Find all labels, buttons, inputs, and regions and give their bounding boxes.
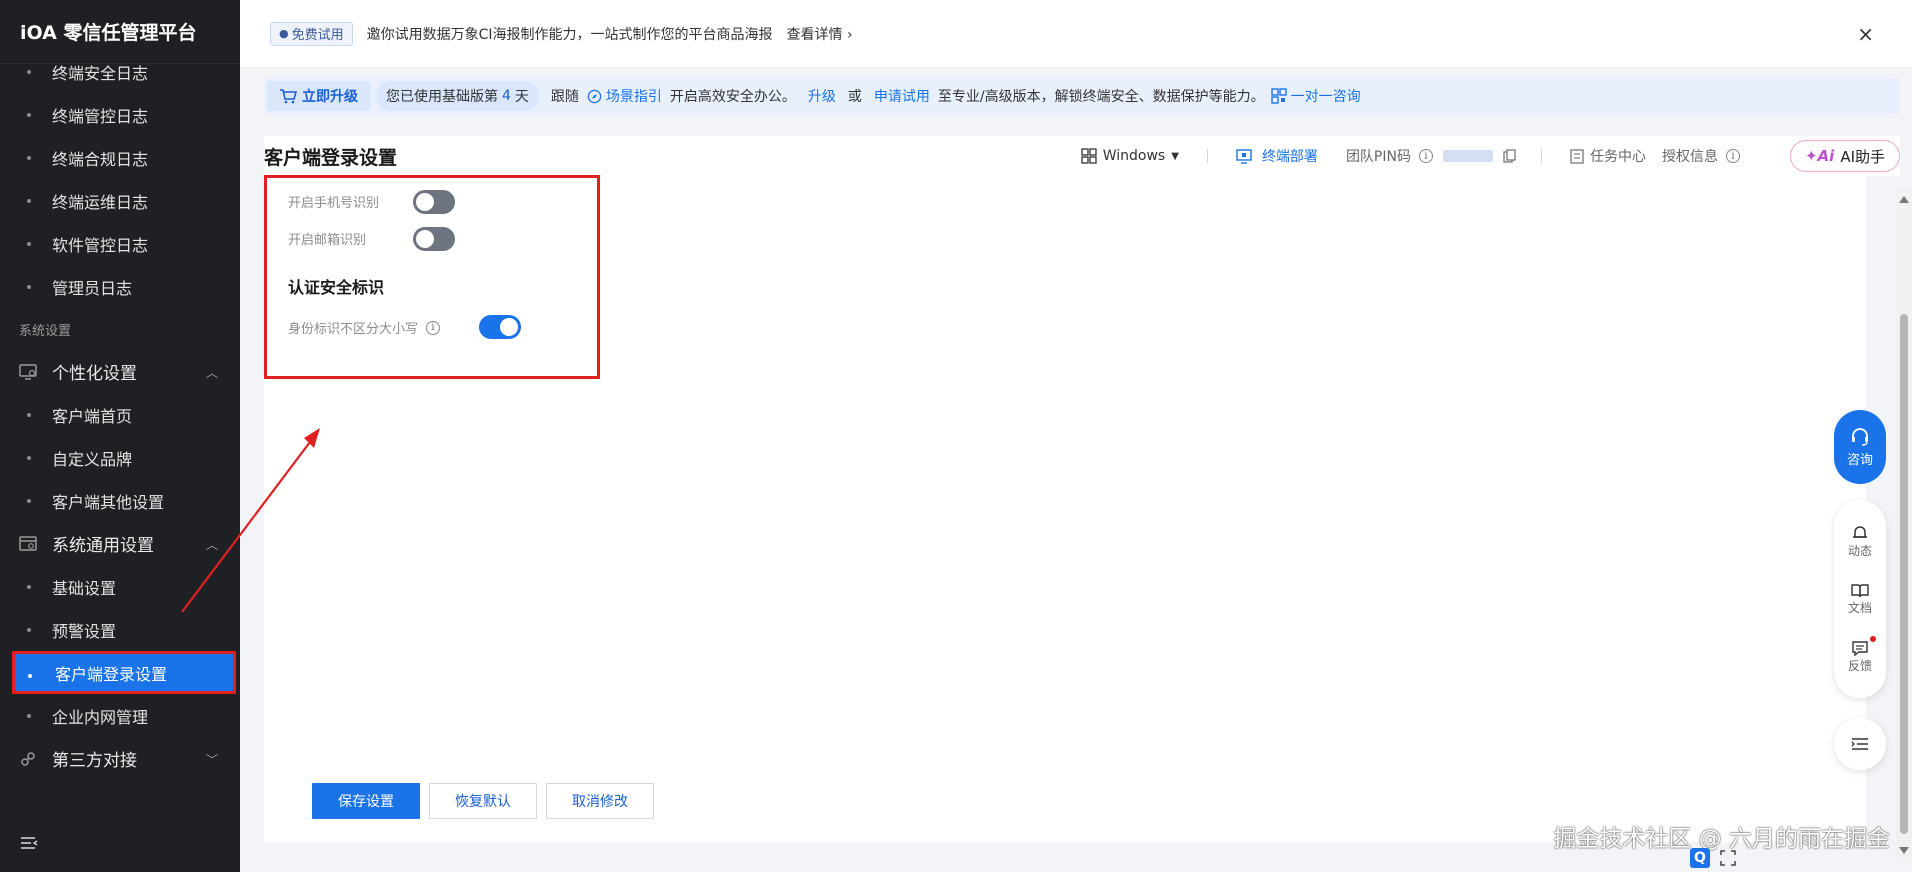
float-tool-panel: 动态 文档 反馈 <box>1834 500 1886 698</box>
task-center-link[interactable]: 任务中心 <box>1570 146 1646 166</box>
restore-default-button[interactable]: 恢复默认 <box>429 783 537 819</box>
scroll-up-icon[interactable] <box>1899 196 1909 203</box>
monitor-icon <box>1236 148 1252 164</box>
sidebar-item-intranet-management[interactable]: 企业内网管理 <box>0 694 240 737</box>
pin-value-masked <box>1442 150 1493 162</box>
bell-icon <box>1852 525 1867 538</box>
capture-icon[interactable] <box>1720 850 1736 866</box>
headset-icon <box>1852 427 1868 446</box>
upgrade-link[interactable]: 升级 <box>808 86 836 106</box>
auth-security-section-title: 认证安全标识 <box>288 278 385 297</box>
list-icon <box>1851 738 1868 750</box>
windows-icon <box>1081 148 1097 164</box>
list-menu-button[interactable] <box>1834 718 1886 770</box>
apply-after-text: 至专业/高级版本，解锁终端安全、数据保护等能力。 <box>937 89 1265 105</box>
promo-notice-bar: ● 免费试用 邀你试用数据万象CI海报制作能力，一站式制作您的平台商品海报 查看… <box>240 0 1912 68</box>
case-insensitive-row: 身份标识不区分大小写 i <box>288 318 441 337</box>
divider <box>1540 149 1542 163</box>
notification-dot <box>1870 636 1876 642</box>
ai-sparkle-icon: ✦Ai <box>1804 147 1835 165</box>
scrollbar-thumb[interactable] <box>1900 314 1908 834</box>
team-pin: 团队PIN码 i <box>1346 146 1517 166</box>
scroll-down-icon[interactable] <box>1899 847 1909 854</box>
or-text: 或 <box>847 89 862 105</box>
save-settings-button[interactable]: 保存设置 <box>312 783 420 819</box>
one-on-one-consult-link[interactable]: 一对一咨询 <box>1270 86 1361 106</box>
docs-button[interactable]: 文档 <box>1848 570 1872 628</box>
sidebar-section-label: 系统设置 <box>19 323 72 339</box>
drop-icon: ● <box>279 27 289 40</box>
follow-text: 跟随 <box>550 89 579 105</box>
copy-icon[interactable] <box>1503 149 1517 163</box>
cart-icon <box>280 89 297 104</box>
chevron-down-icon: ﹀ <box>205 753 218 767</box>
info-icon[interactable]: i <box>426 320 441 335</box>
sidebar-item-terminal-ops-log[interactable]: 终端运维日志 <box>0 179 240 222</box>
sidebar-item-terminal-compliance-log[interactable]: 终端合规日志 <box>0 136 240 179</box>
book-icon <box>1851 583 1869 597</box>
message-icon <box>1852 641 1868 657</box>
guide-after-text: 开启高效安全办公。 <box>669 89 796 105</box>
sidebar-item-terminal-control-log[interactable]: 终端管控日志 <box>0 93 240 136</box>
taskbar-icons: Q <box>1690 848 1736 868</box>
sidebar-collapse-icon[interactable] <box>20 836 38 850</box>
ai-assistant-button[interactable]: ✦Ai AI助手 <box>1789 140 1900 172</box>
upgrade-now-button[interactable]: 立即升级 <box>267 81 370 111</box>
link-icon <box>18 749 38 769</box>
sidebar-item-software-control-log[interactable]: 软件管控日志 <box>0 222 240 265</box>
log-items: 终端安全日志 终端管控日志 终端合规日志 终端运维日志 软件管控日志 管理员日志 <box>0 50 240 308</box>
page-title: 客户端登录设置 <box>264 146 398 169</box>
chevron-right-icon: › <box>846 26 853 43</box>
sidebar-item-terminal-security-log[interactable]: 终端安全日志 <box>0 50 240 93</box>
notice-text: 邀你试用数据万象CI海报制作能力，一站式制作您的平台商品海报 <box>366 26 773 43</box>
sidebar-item-admin-log[interactable]: 管理员日志 <box>0 265 240 308</box>
main-area: ● 免费试用 邀你试用数据万象CI海报制作能力，一站式制作您的平台商品海报 查看… <box>240 0 1912 872</box>
os-select[interactable]: Windows ▼ <box>1081 148 1179 164</box>
settings-window-icon <box>18 534 38 554</box>
chevron-up-icon: ︿ <box>205 366 218 380</box>
qr-icon <box>1270 88 1287 104</box>
usage-days-pill: 您已使用基础版第 4 天 <box>376 81 539 111</box>
header-tools: Windows ▼ 终端部署 团队PIN码 i 任务中心 授权信息 i ✦Ai … <box>1081 138 1900 174</box>
task-icon <box>1570 148 1584 164</box>
sidebar-item-client-login-settings[interactable]: 客户端登录设置 <box>12 651 236 694</box>
info-icon[interactable]: i <box>1418 149 1433 163</box>
phone-recognition-row: 开启手机号识别 <box>288 196 380 211</box>
dynamic-button[interactable]: 动态 <box>1848 512 1872 570</box>
email-recognition-row: 开启邮箱识别 <box>288 233 367 248</box>
monitor-icon <box>18 362 38 382</box>
feedback-button[interactable]: 反馈 <box>1848 628 1876 686</box>
caret-down-icon: ▼ <box>1171 150 1179 162</box>
compass-icon <box>587 89 602 103</box>
license-info[interactable]: 授权信息 i <box>1662 146 1740 166</box>
page-scrollbar[interactable] <box>1896 190 1912 862</box>
close-icon[interactable]: × <box>1857 22 1874 46</box>
terminal-deploy-link[interactable]: 终端部署 <box>1236 146 1318 166</box>
divider <box>1206 149 1208 163</box>
upgrade-bar: 立即升级 您已使用基础版第 4 天 跟随 场景指引 开启高效安全办公。 升级 或… <box>264 78 1900 114</box>
free-trial-badge[interactable]: ● 免费试用 <box>270 21 353 46</box>
scene-guide-link[interactable]: 场景指引 <box>587 86 662 106</box>
cancel-changes-button[interactable]: 取消修改 <box>546 783 654 819</box>
consult-button[interactable]: 咨询 <box>1834 410 1886 484</box>
case-insensitive-toggle[interactable] <box>479 315 521 339</box>
notice-detail-link[interactable]: 查看详情 › <box>787 24 853 44</box>
phone-recognition-toggle[interactable] <box>413 190 455 214</box>
sidebar-group-third-party[interactable]: 第三方对接 ﹀ <box>0 737 240 780</box>
page-header: 客户端登录设置 Windows ▼ 终端部署 团队PIN码 i 任务中心 授权信… <box>264 136 1900 176</box>
q-app-icon[interactable]: Q <box>1690 848 1710 868</box>
email-recognition-toggle[interactable] <box>413 227 455 251</box>
sidebar-group-personalize[interactable]: 个性化设置 ︿ <box>0 350 240 393</box>
info-icon[interactable]: i <box>1725 149 1740 163</box>
apply-trial-link[interactable]: 申请试用 <box>874 86 930 106</box>
annotation-arrow <box>181 428 320 613</box>
used-days-count: 4 <box>502 88 511 104</box>
